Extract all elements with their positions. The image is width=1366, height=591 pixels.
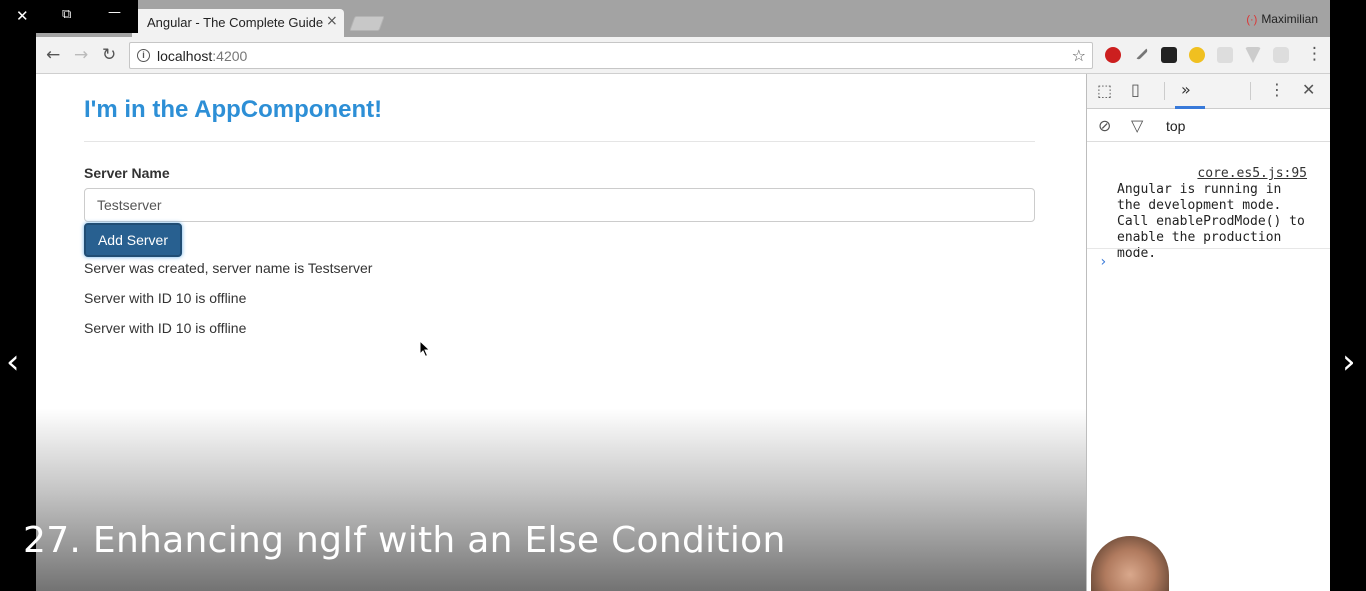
vue-extension-icon[interactable] <box>1245 47 1261 63</box>
server-item: Server with ID 10 is offline <box>84 290 247 306</box>
info-icon[interactable]: i <box>137 49 150 62</box>
opera-extension-icon[interactable] <box>1105 47 1121 63</box>
console-separator <box>1087 248 1330 249</box>
profile-button[interactable]: (·) Maximilian <box>1246 12 1318 26</box>
browser-tab[interactable]: Angular - The Complete Guide × <box>132 9 344 37</box>
next-video-icon[interactable]: › <box>1342 342 1356 382</box>
browser-window: Angular - The Complete Guide × (·) Maximi… <box>36 0 1330 591</box>
page-title: I'm in the AppComponent! <box>84 96 383 123</box>
devtools-close-icon[interactable]: ✕ <box>1302 80 1315 99</box>
presenter-webcam <box>1091 536 1169 591</box>
profile-icon: (·) <box>1246 14 1258 26</box>
restore-icon[interactable]: ⧉ <box>62 7 71 22</box>
lecture-title: 27. Enhancing ngIf with an Else Conditio… <box>23 520 786 561</box>
caption-gradient <box>36 408 1086 591</box>
profile-name: Maximilian <box>1261 12 1318 26</box>
server-item: Server with ID 10 is offline <box>84 320 247 336</box>
server-created-message: Server was created, server name is Tests… <box>84 260 373 276</box>
player-left-bar <box>0 0 36 591</box>
console-filter-bar: ⊘ ▽ top <box>1087 110 1330 142</box>
console-source-link[interactable]: core.es5.js:95 <box>1197 166 1307 182</box>
previous-video-icon[interactable]: ‹ <box>6 342 20 382</box>
console-prompt-icon[interactable]: › <box>1099 254 1107 270</box>
new-tab-button[interactable] <box>349 16 385 31</box>
eyedropper-extension-icon[interactable] <box>1131 43 1149 61</box>
devtools-menu-icon[interactable]: ⋮ <box>1269 80 1285 99</box>
url-port: :4200 <box>212 48 248 64</box>
cast-extension-icon[interactable] <box>1273 47 1289 63</box>
address-bar[interactable]: i localhost:4200 ☆ <box>129 42 1093 69</box>
more-panels-icon[interactable]: » <box>1181 80 1191 99</box>
moon-extension-icon[interactable] <box>1189 47 1205 63</box>
mouse-cursor-icon <box>419 340 431 358</box>
jetbrains-extension-icon[interactable] <box>1161 47 1177 63</box>
browser-menu-icon[interactable]: ⋮ <box>1306 44 1323 64</box>
inspect-element-icon[interactable]: ⬚ <box>1097 81 1112 100</box>
clear-console-icon[interactable]: ⊘ <box>1098 116 1111 135</box>
close-icon[interactable]: ✕ <box>16 7 29 25</box>
tab-strip: Angular - The Complete Guide × (·) Maximi… <box>36 0 1330 37</box>
console-message: core.es5.js:95 Angular is running in the … <box>1117 150 1307 278</box>
forward-arrow-icon[interactable]: → <box>74 45 88 65</box>
active-panel-indicator <box>1175 106 1205 109</box>
server-name-input[interactable] <box>84 188 1035 222</box>
toolbar-divider <box>1250 82 1251 100</box>
server-name-label: Server Name <box>84 165 170 181</box>
filter-icon[interactable]: ▽ <box>1131 116 1143 135</box>
tab-title: Angular - The Complete Guide <box>147 15 324 30</box>
divider <box>84 141 1035 142</box>
reload-icon[interactable]: ↻ <box>102 45 116 65</box>
device-toggle-icon[interactable]: ▯ <box>1131 80 1140 99</box>
grid-extension-icon[interactable] <box>1217 47 1233 63</box>
browser-toolbar: ← → ↻ i localhost:4200 ☆ ⋮ <box>36 37 1330 74</box>
devtools-toolbar: ⬚ ▯ » ⋮ ✕ <box>1087 74 1330 109</box>
player-window-controls: ✕ ⧉ — <box>0 0 138 33</box>
minimize-icon[interactable]: — <box>108 5 121 20</box>
add-server-button[interactable]: Add Server <box>84 223 182 257</box>
devtools-panel: ⬚ ▯ » ⋮ ✕ ⊘ ▽ top core.es5.js:95 Angular … <box>1086 74 1330 591</box>
url-text: localhost:4200 <box>157 48 247 64</box>
tab-close-icon[interactable]: × <box>326 13 338 29</box>
bookmark-star-icon[interactable]: ☆ <box>1072 46 1086 65</box>
player-right-bar <box>1330 0 1366 591</box>
toolbar-divider <box>1164 82 1165 100</box>
console-message-text: Angular is running in the development mo… <box>1117 182 1313 261</box>
context-selector[interactable]: top <box>1166 118 1185 134</box>
back-arrow-icon[interactable]: ← <box>46 45 60 65</box>
url-host: localhost <box>157 48 213 64</box>
